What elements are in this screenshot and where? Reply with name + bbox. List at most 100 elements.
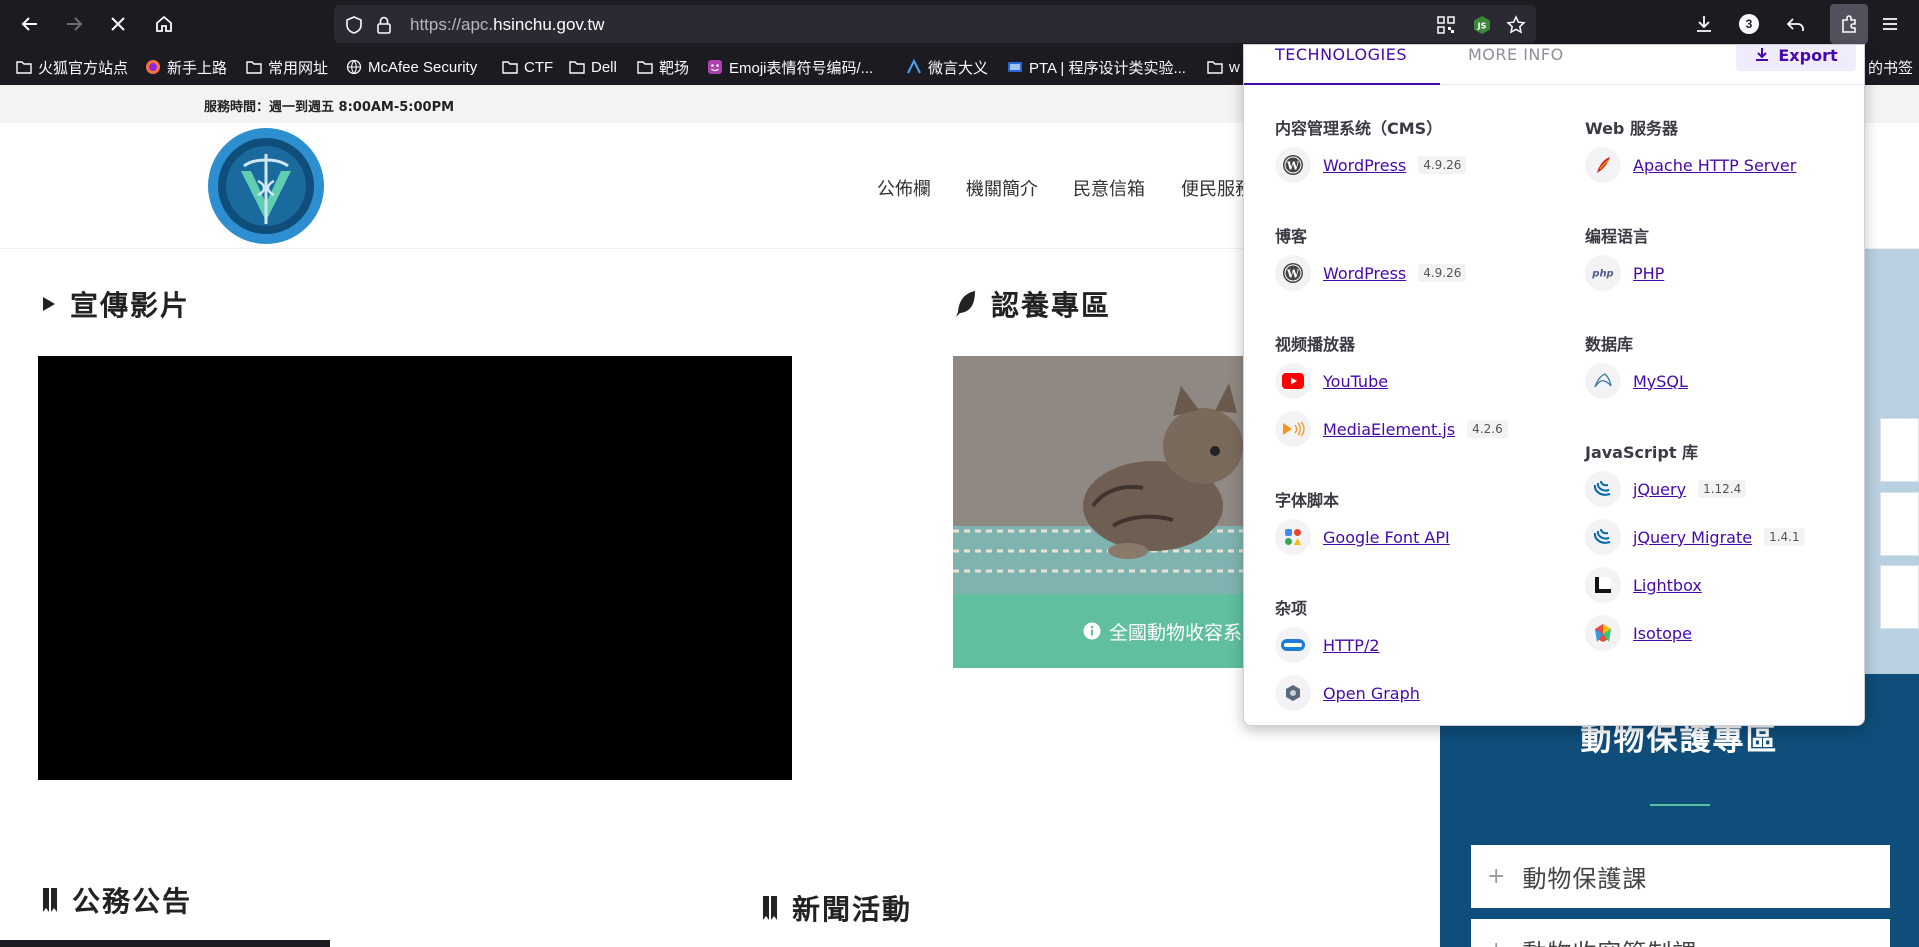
news-section-title: 新聞活動 [762,888,912,928]
divider [1650,804,1710,806]
isotope-icon [1585,615,1621,651]
nav-mailbox[interactable]: 民意信箱 [1073,175,1145,201]
bookmark-item[interactable]: 微言大义 [906,56,988,78]
download-icon [1756,48,1769,61]
video-player[interactable] [38,356,792,780]
download-icon [1697,16,1711,32]
qr-code-icon[interactable] [1436,15,1456,35]
tech-item[interactable]: Apache HTTP Server [1585,147,1796,183]
tech-item[interactable]: Google Font API [1275,519,1450,555]
bookmark-item[interactable]: CTF [502,56,553,78]
tech-item[interactable]: jQuery Migrate 1.4.1 [1585,519,1805,555]
bookmark-item[interactable]: 新手上路 [145,56,227,78]
counter-badge: 3 [1739,14,1759,34]
wordpress-icon: W [1275,255,1311,291]
close-icon [111,17,125,31]
category-programming-language: 编程语言 [1585,227,1650,246]
tech-item[interactable]: Open Graph [1275,675,1420,711]
back-button[interactable] [14,8,46,40]
sidebar-link-box[interactable] [1880,565,1919,629]
jquery-icon [1585,471,1621,507]
popup-tabs: TECHNOLOGIES MORE INFO Export [1244,45,1864,85]
bookmark-item[interactable]: 靶场 [637,56,689,78]
apache-icon [1585,147,1621,183]
announcements-section-title: 公務公告 [42,880,192,920]
bookmark-item[interactable]: w [1207,56,1240,78]
star-icon[interactable] [1506,15,1526,35]
svg-text:W: W [1286,268,1300,281]
arrow-left-icon [21,17,37,31]
youtube-icon [1275,363,1311,399]
national-shelter-button[interactable]: 全國動物收容系 [953,594,1243,668]
tech-item[interactable]: php PHP [1585,255,1664,291]
bookmark-item[interactable]: Emoji表情符号编码/... [707,56,873,78]
arrow-right-icon [67,17,83,31]
tech-item[interactable]: MySQL [1585,363,1688,399]
downloads-button[interactable] [1688,8,1720,40]
nav-bulletin[interactable]: 公佈欄 [877,175,931,201]
folder-icon [502,59,518,75]
category-javascript-library: JavaScript 库 [1585,443,1699,462]
url-text[interactable]: https://apc.hsinchu.gov.tw [410,15,604,35]
tech-item[interactable]: W WordPress 4.9.26 [1275,255,1467,291]
wappalyzer-popup: TECHNOLOGIES MORE INFO Export 内容管理系统（CMS… [1243,44,1865,726]
kitten-photo[interactable] [953,356,1243,594]
globe-icon [346,59,362,75]
bookmark-item[interactable]: McAfee Security [346,56,477,78]
bookmark-item[interactable]: 火狐官方站点 [16,56,128,78]
counter-extension-button[interactable]: 3 [1733,8,1765,40]
stop-button[interactable] [102,8,134,40]
extensions-button[interactable] [1830,4,1868,44]
menu-button[interactable] [1874,8,1906,40]
nodejs-icon[interactable]: JS [1472,15,1492,35]
tab-more-info[interactable]: MORE INFO [1468,45,1608,85]
undo-icon [1786,18,1804,31]
protect-item-shelter[interactable]: + 動物收容管制課 [1471,919,1890,947]
tech-item[interactable]: jQuery 1.12.4 [1585,471,1747,507]
info-icon [1083,622,1101,640]
firefox-icon [145,59,161,75]
wordpress-icon: W [1275,147,1311,183]
sidebar-link-box[interactable] [1880,492,1919,556]
tech-item[interactable]: W WordPress 4.9.26 [1275,147,1467,183]
play-triangle-icon [43,297,55,311]
feather-icon [956,291,975,317]
tech-item[interactable]: HTTP/2 [1275,627,1380,663]
export-button[interactable]: Export [1736,45,1856,71]
undo-button[interactable] [1780,8,1812,40]
mysql-icon [1585,363,1621,399]
jquery-icon [1585,519,1621,555]
other-bookmarks[interactable]: 的书签 [1868,56,1913,78]
status-bar [0,940,330,947]
weiyan-icon [906,59,922,75]
nav-about[interactable]: 機關簡介 [966,175,1038,201]
url-bar[interactable]: https://apc.hsinchu.gov.tw JS [334,5,1536,43]
tech-item[interactable]: YouTube [1275,363,1388,399]
category-web-server: Web 服务器 [1585,119,1678,138]
tech-item[interactable]: Isotope [1585,615,1692,651]
mediaelement-icon [1275,411,1311,447]
shield-icon[interactable] [344,15,364,35]
bookmark-item[interactable]: 常用网址 [246,56,328,78]
folder-icon [1207,59,1223,75]
tab-technologies[interactable]: TECHNOLOGIES [1244,45,1440,85]
category-blog: 博客 [1275,227,1308,246]
bookmark-item[interactable]: Dell [569,56,617,78]
sidebar-link-box[interactable] [1880,418,1919,482]
lightbox-icon [1585,567,1621,603]
protect-item-division[interactable]: + 動物保護課 [1471,845,1890,908]
folder-icon [16,59,32,75]
home-button[interactable] [148,8,180,40]
tech-item[interactable]: Lightbox [1585,567,1702,603]
browser-toolbar: https://apc.hsinchu.gov.tw JS 3 [0,0,1919,47]
category-video-player: 视频播放器 [1275,335,1356,354]
site-logo[interactable] [206,126,326,246]
lock-icon[interactable] [374,15,394,35]
forward-button[interactable] [58,8,90,40]
bookmark-item[interactable]: PTA | 程序设计类实验... [1007,56,1186,78]
google-font-icon [1275,519,1311,555]
video-section-title: 宣傳影片 [42,284,190,324]
puzzle-icon [1842,15,1856,33]
tech-item[interactable]: MediaElement.js 4.2.6 [1275,411,1508,447]
category-cms: 内容管理系统（CMS） [1275,119,1443,138]
